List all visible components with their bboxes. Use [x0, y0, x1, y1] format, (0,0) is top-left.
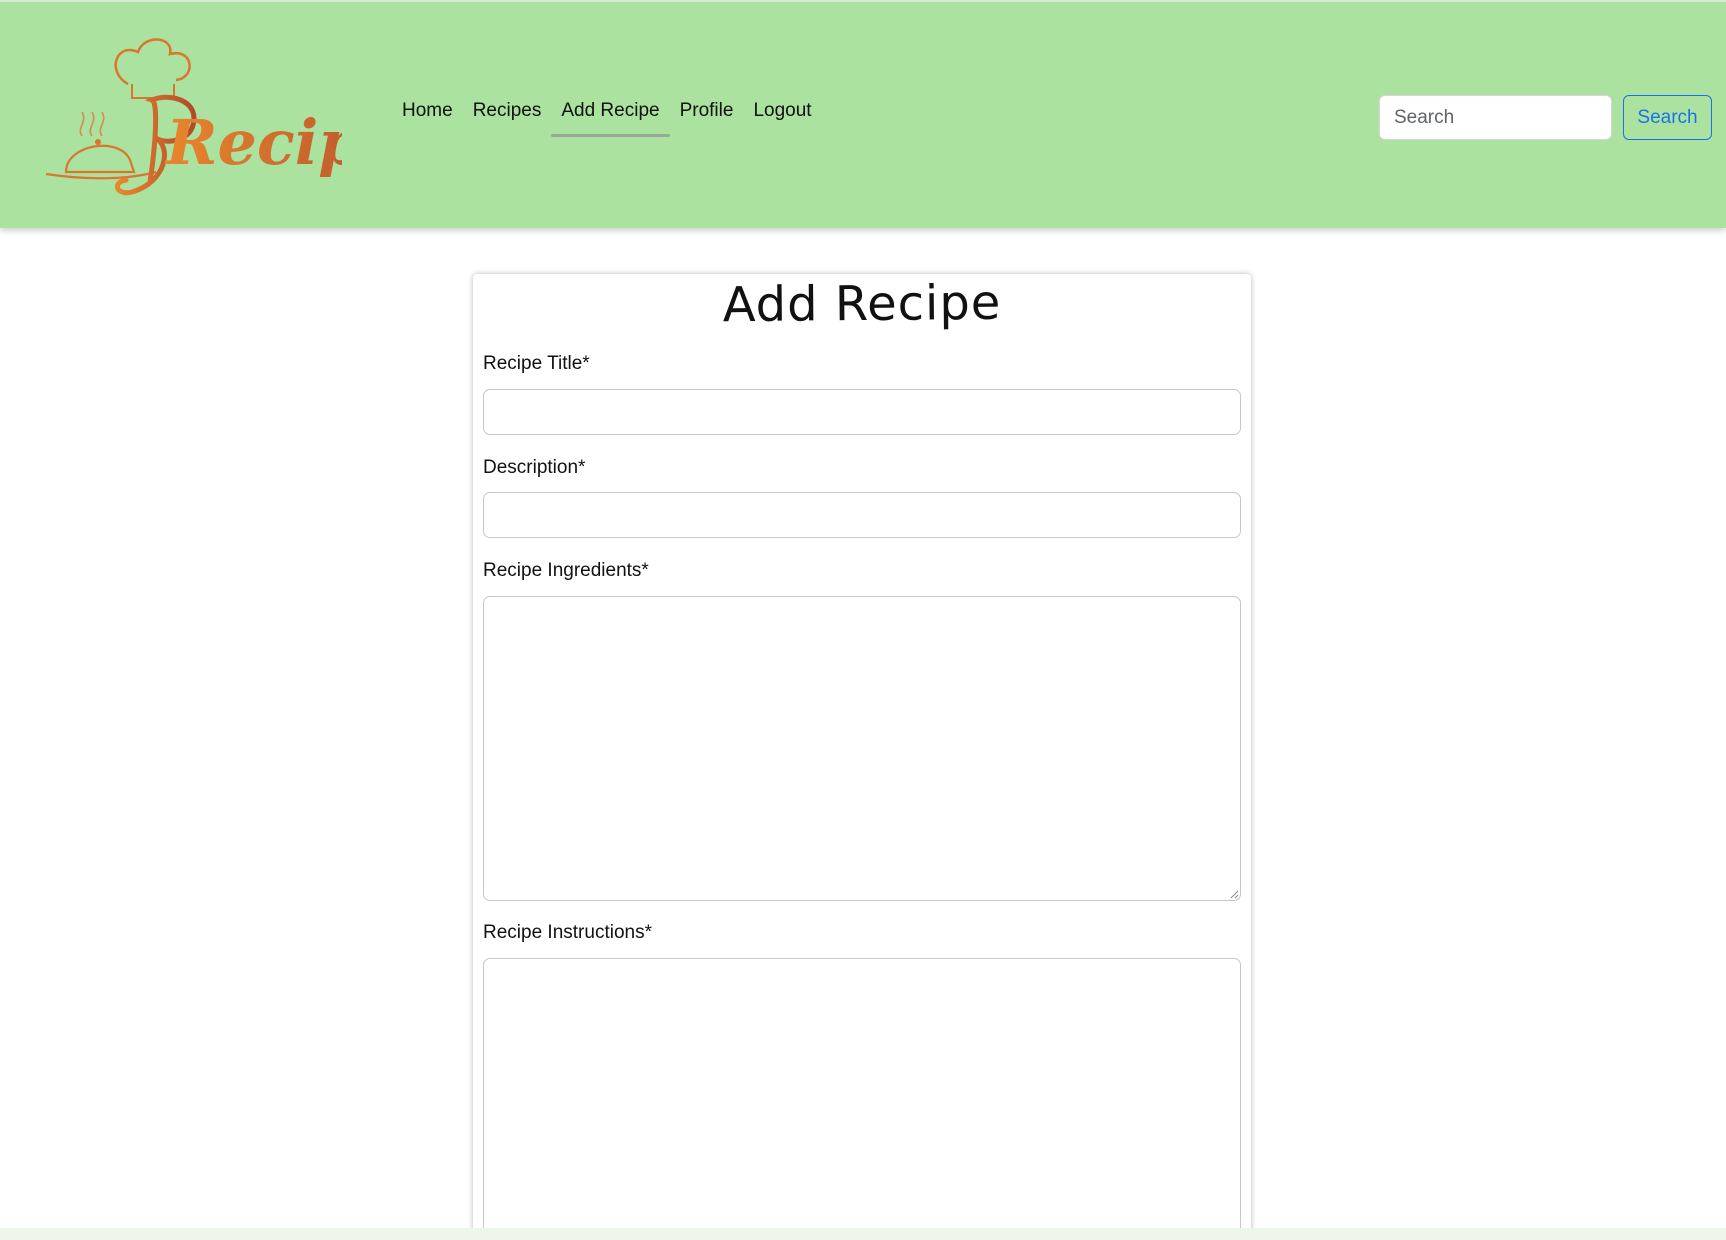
search-input[interactable] [1379, 95, 1612, 140]
nav-recipes-link[interactable]: Recipes [463, 94, 552, 134]
top-navbar: Recipes Home Recipes Add Recipe Profile … [0, 0, 1726, 228]
search-button[interactable]: Search [1623, 95, 1712, 140]
recipe-title-field[interactable] [483, 389, 1241, 435]
chef-cloche-logo-icon: Recipes [46, 38, 342, 196]
nav-profile-link[interactable]: Profile [670, 94, 744, 134]
instructions-label: Recipe Instructions* [483, 922, 652, 943]
page-title: Add Recipe [722, 274, 1002, 334]
ingredients-textarea[interactable] [483, 596, 1241, 901]
nav-add-recipe-link[interactable]: Add Recipe [551, 94, 670, 137]
add-recipe-form-card: Add Recipe Recipe Title* Description* Re… [473, 274, 1251, 1234]
recipe-title-label: Recipe Title* [483, 353, 590, 374]
description-field[interactable] [483, 492, 1241, 538]
instructions-textarea[interactable] [483, 958, 1241, 1234]
main-nav: Home Recipes Add Recipe Profile Logout [392, 94, 822, 137]
svg-text:Recipes: Recipes [164, 106, 342, 179]
nav-home-link[interactable]: Home [392, 94, 463, 134]
description-label: Description* [483, 457, 586, 478]
page-footer-edge [0, 1228, 1726, 1240]
nav-logout-link[interactable]: Logout [743, 94, 821, 134]
ingredients-label: Recipe Ingredients* [483, 560, 649, 581]
recipes-logo[interactable]: Recipes [46, 32, 342, 202]
